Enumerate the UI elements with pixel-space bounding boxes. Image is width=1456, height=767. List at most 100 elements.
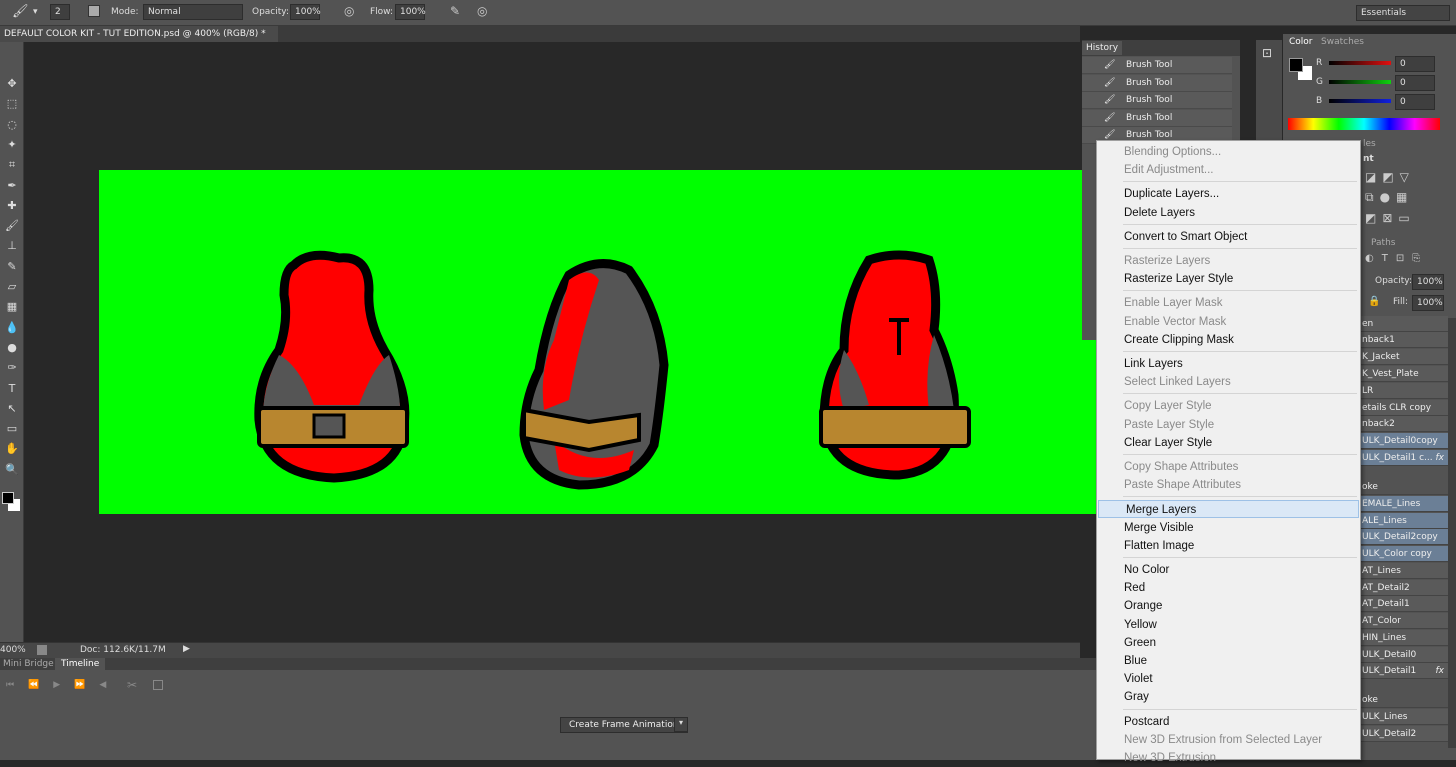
layer-filter-icons[interactable]: ◐T⊡⎘ [1365, 253, 1428, 264]
menu-item[interactable]: Violet [1097, 670, 1360, 688]
foreground-color-icon[interactable] [2, 492, 14, 504]
layer-row[interactable]: ULK_Detail0copy [1360, 433, 1448, 449]
menu-item[interactable]: Duplicate Layers... [1097, 185, 1360, 203]
layer-row[interactable]: etails CLR copy [1360, 400, 1448, 416]
document-canvas[interactable] [99, 170, 1096, 514]
quick-select-tool-icon[interactable]: ✦ [4, 137, 20, 153]
status-menu-arrow-icon[interactable]: ▶ [183, 644, 190, 654]
layer-row[interactable]: ULK_Color copy [1360, 546, 1448, 562]
channel-value-field[interactable]: 0 [1395, 94, 1435, 110]
fx-icon[interactable]: fx [1436, 663, 1445, 678]
channel-value-field[interactable]: 0 [1395, 56, 1435, 72]
layer-opacity-field[interactable]: 100% [1412, 274, 1444, 290]
opacity-field[interactable]: 100% [290, 4, 321, 20]
layer-row[interactable]: EMALE_Lines [1360, 496, 1448, 512]
layer-group[interactable]: oke [1360, 692, 1448, 708]
dodge-tool-icon[interactable]: ● [4, 340, 20, 356]
layer-row[interactable]: AT_Lines [1360, 563, 1448, 579]
menu-item[interactable]: Green [1097, 634, 1360, 652]
eyedropper-tool-icon[interactable]: ✒ [4, 178, 20, 194]
brush-icon[interactable]: 🖌 [12, 4, 29, 19]
menu-item[interactable]: Orange [1097, 597, 1360, 615]
path-select-tool-icon[interactable]: ↖ [4, 401, 20, 417]
menu-item[interactable]: Merge Visible [1097, 519, 1360, 537]
workspace-select[interactable]: Essentials [1356, 5, 1450, 21]
menu-item[interactable]: Rasterize Layer Style [1097, 270, 1360, 288]
playback-controls[interactable]: ⏮⏪▶⏩◀ [6, 680, 120, 690]
history-brush-tool-icon[interactable]: ✎ [4, 259, 20, 275]
layer-row[interactable]: ALE_Lines [1360, 513, 1448, 529]
transition-icon[interactable] [153, 680, 163, 690]
tab-swatches[interactable]: Swatches [1321, 37, 1364, 47]
gradient-tool-icon[interactable]: ▦ [4, 299, 20, 315]
healing-tool-icon[interactable]: ✚ [4, 198, 20, 214]
layer-row[interactable]: AT_Detail2 [1360, 580, 1448, 596]
layer-row[interactable]: ULK_Detail1 c... fx [1360, 450, 1448, 466]
airbrush-icon[interactable]: ✎ [450, 4, 460, 18]
layer-fill-field[interactable]: 100% [1412, 295, 1444, 311]
layer-row[interactable]: HIN_Lines [1360, 630, 1448, 646]
color-spectrum-bar[interactable] [1288, 118, 1440, 130]
tab-mini-bridge[interactable]: Mini Bridge [3, 659, 54, 669]
menu-item[interactable]: Delete Layers [1097, 204, 1360, 222]
menu-item[interactable]: Postcard [1097, 713, 1360, 731]
menu-item[interactable]: Yellow [1097, 616, 1360, 634]
animation-dropdown-icon[interactable]: ▾ [674, 717, 688, 732]
layer-row[interactable]: ULK_Detail1 fx [1360, 663, 1448, 679]
layer-row[interactable]: ULK_Detail2copy [1360, 529, 1448, 545]
fx-icon[interactable]: fx [1436, 450, 1445, 465]
layer-group[interactable]: oke [1360, 479, 1448, 495]
layer-row[interactable]: ULK_Detail2 [1360, 726, 1448, 742]
zoom-level[interactable]: 400% [0, 645, 26, 655]
layer-row[interactable]: AT_Detail1 [1360, 596, 1448, 612]
brush-panel-icon[interactable] [88, 5, 100, 17]
pressure-size-icon[interactable]: ◎ [477, 4, 487, 18]
tab-timeline[interactable]: Timeline [55, 658, 106, 670]
history-item[interactable]: 🖌 Brush Tool [1082, 92, 1232, 109]
zoom-tool-icon[interactable]: 🔍 [4, 462, 20, 478]
history-item[interactable]: 🖌 Brush Tool [1082, 110, 1232, 127]
flow-field[interactable]: 100% [395, 4, 426, 20]
menu-item[interactable]: Gray [1097, 688, 1360, 706]
menu-item[interactable]: Convert to Smart Object [1097, 228, 1360, 246]
tab-color[interactable]: Color [1285, 36, 1317, 48]
pressure-opacity-icon[interactable]: ◎ [344, 4, 354, 18]
layers-scrollbar[interactable] [1448, 318, 1456, 748]
channel-slider[interactable] [1329, 80, 1391, 84]
history-item[interactable]: 🖌 Brush Tool [1082, 57, 1232, 74]
history-title[interactable]: History [1082, 41, 1123, 55]
eraser-tool-icon[interactable]: ▱ [4, 279, 20, 295]
brush-tool-icon[interactable]: 🖌 [4, 218, 20, 234]
layer-row[interactable]: nback2 [1360, 416, 1448, 432]
create-frame-animation-button[interactable]: Create Frame Animation [560, 717, 688, 733]
layer-row[interactable]: ULK_Lines [1360, 709, 1448, 725]
3d-panel-icon[interactable]: ⊡ [1262, 46, 1272, 60]
brush-preset-dropdown-icon[interactable]: ▾ [33, 4, 38, 20]
status-icon[interactable] [37, 645, 47, 655]
lock-icon[interactable]: 🔒 [1368, 296, 1380, 307]
adjustment-icons-row3[interactable]: ◩⊠▭ [1365, 211, 1416, 225]
adjustments-tab[interactable]: les [1363, 139, 1376, 149]
menu-item[interactable]: Merge Layers [1098, 500, 1359, 519]
stamp-tool-icon[interactable]: ⊥ [4, 238, 20, 254]
channel-slider[interactable] [1329, 99, 1391, 103]
channel-value-field[interactable]: 0 [1395, 75, 1435, 91]
history-item[interactable]: 🖌 Brush Tool [1082, 75, 1232, 92]
scissors-icon[interactable]: ✂ [127, 678, 137, 692]
type-tool-icon[interactable]: T [4, 381, 20, 397]
layer-row[interactable]: nback1 [1360, 332, 1448, 348]
shape-tool-icon[interactable]: ▭ [4, 421, 20, 437]
menu-item[interactable]: Red [1097, 579, 1360, 597]
menu-item[interactable]: Clear Layer Style [1097, 434, 1360, 452]
brush-size-field[interactable]: 2 [50, 4, 70, 20]
layer-row[interactable]: K_Jacket [1360, 349, 1448, 365]
foreground-color-swatch[interactable] [1289, 58, 1303, 72]
adjustment-icons-row2[interactable]: ⧉●▦ [1365, 190, 1413, 205]
menu-item[interactable]: No Color [1097, 561, 1360, 579]
layer-row[interactable]: LR [1360, 383, 1448, 399]
hand-tool-icon[interactable]: ✋ [4, 441, 20, 457]
layer-row[interactable]: K_Vest_Plate [1360, 366, 1448, 382]
tab-paths[interactable]: Paths [1371, 238, 1395, 248]
blur-tool-icon[interactable]: 💧 [4, 320, 20, 336]
pen-tool-icon[interactable]: ✑ [4, 360, 20, 376]
